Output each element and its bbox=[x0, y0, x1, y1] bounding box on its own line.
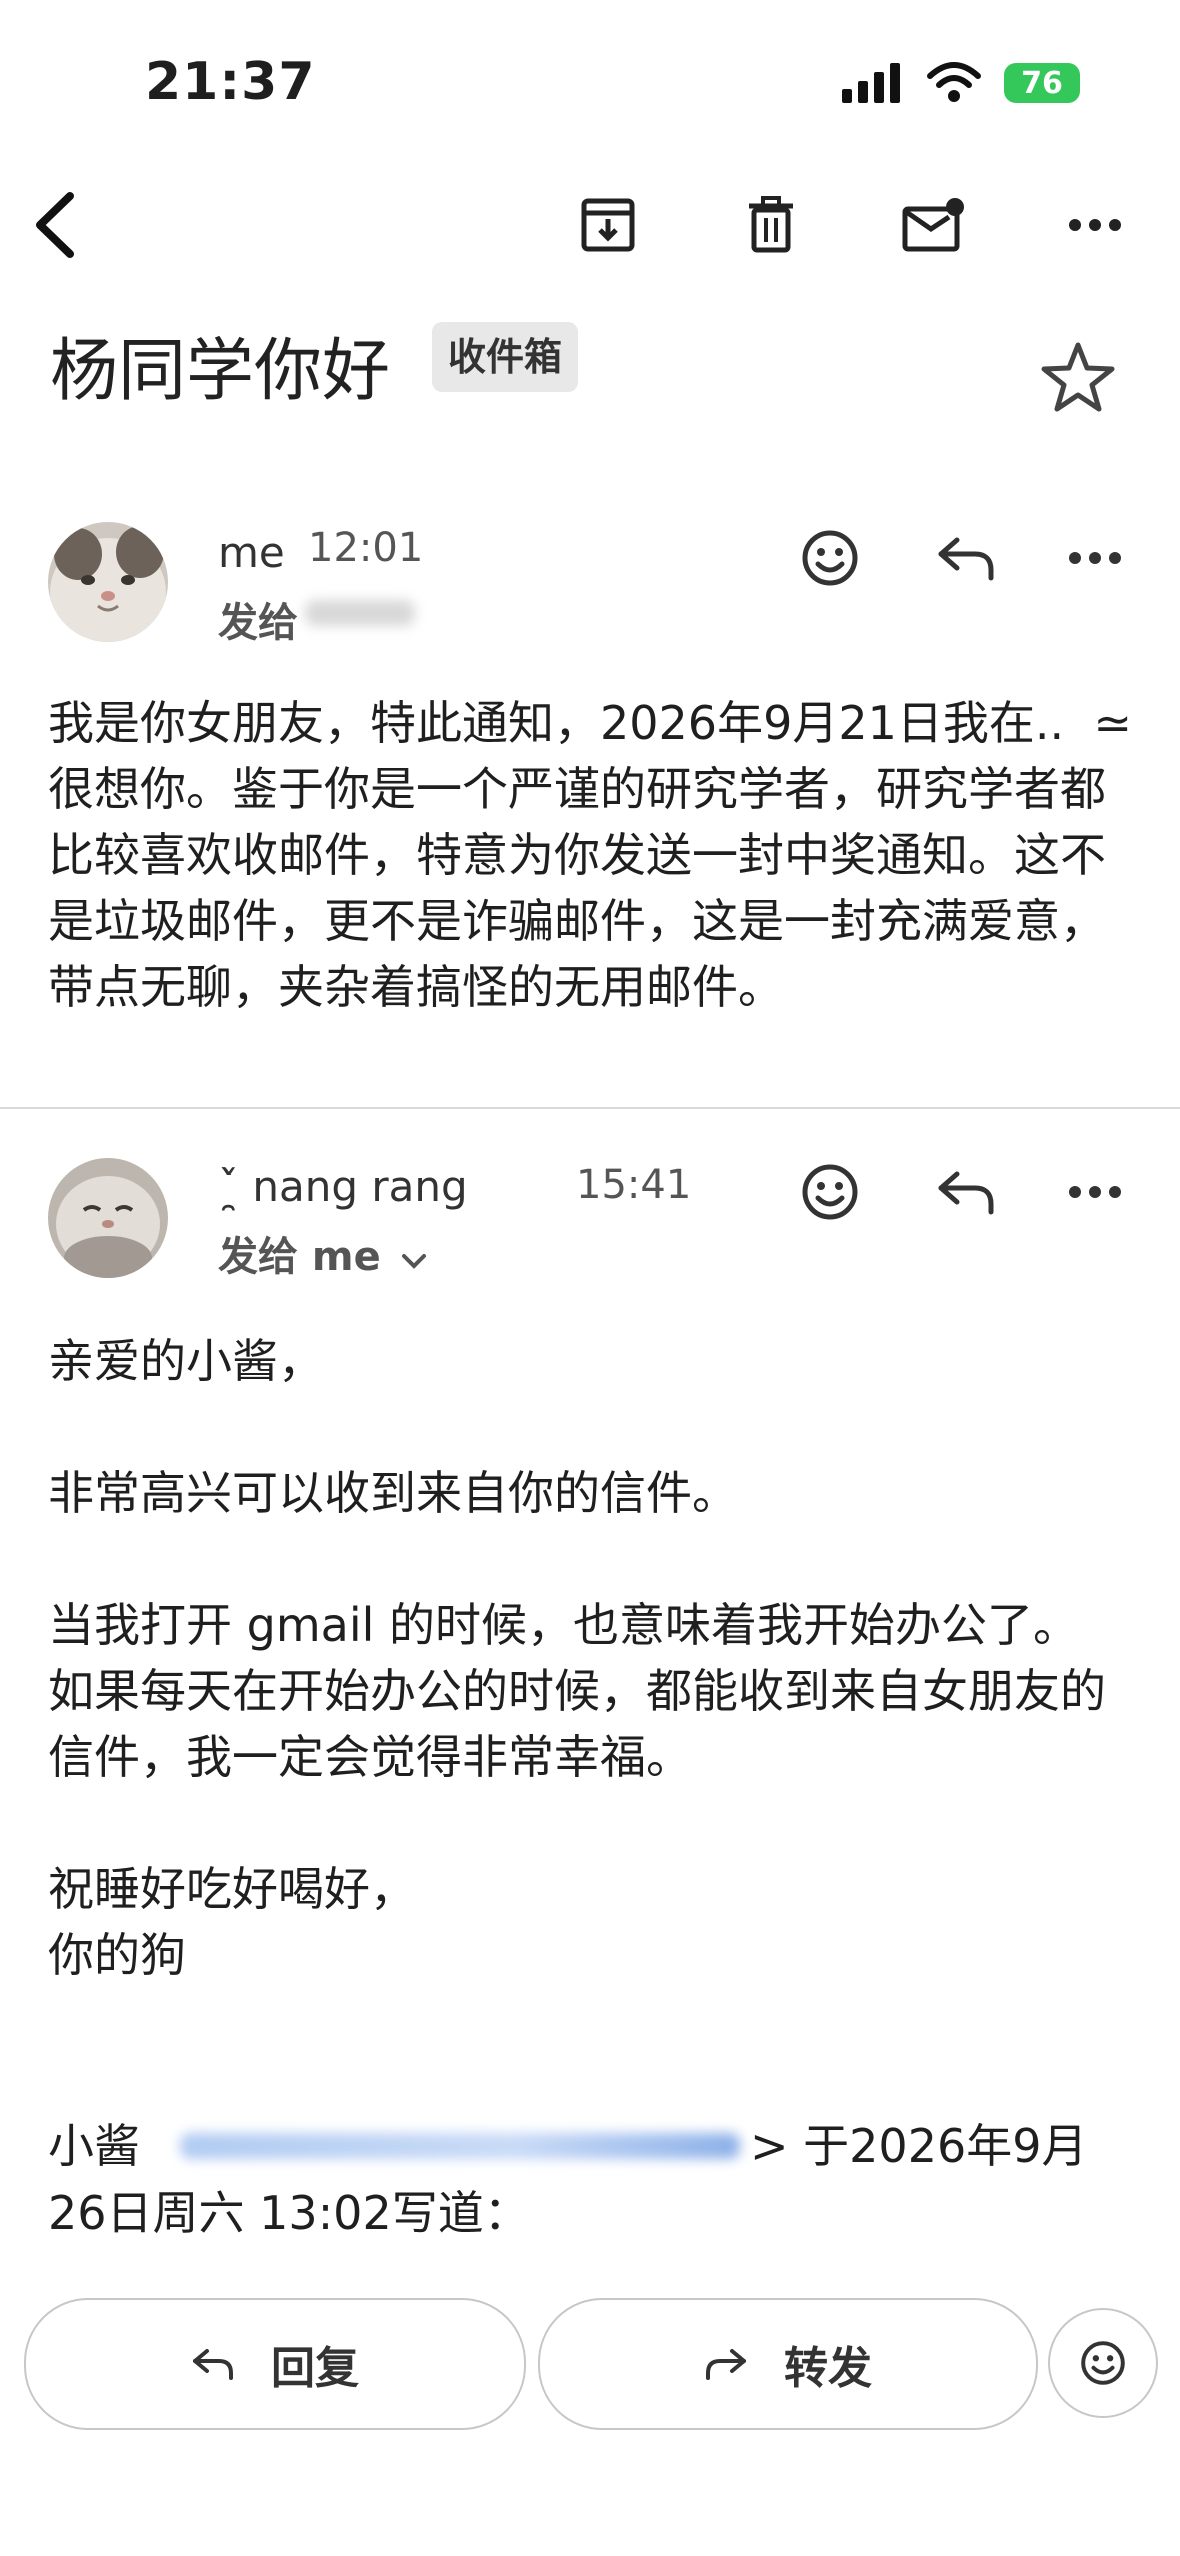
archive-icon bbox=[581, 198, 635, 252]
more-horizontal-icon bbox=[1069, 1186, 1121, 1198]
more-options-button[interactable] bbox=[1050, 180, 1140, 270]
reply-arrow-icon bbox=[193, 2349, 233, 2380]
mail-unread-icon bbox=[902, 198, 964, 252]
recipient-text: 发给 me bbox=[218, 1234, 381, 1280]
reply-arrow-icon bbox=[938, 1171, 994, 1215]
chevron-down-icon bbox=[401, 1254, 426, 1269]
quote-sender: 小酱 bbox=[48, 2119, 140, 2173]
quote-date: > 于2026年9月 bbox=[750, 2119, 1088, 2173]
forward-label: 转发 bbox=[784, 2343, 872, 2394]
more-horizontal-icon bbox=[1069, 219, 1121, 231]
forward-arrow-icon bbox=[706, 2349, 746, 2380]
back-arrow-icon bbox=[36, 192, 74, 258]
redacted-email bbox=[180, 2133, 740, 2159]
message-body: 我是你女朋友，特此通知，2026年9月21日我在.. ≃很想你。鉴于你是一个严谨… bbox=[48, 696, 1132, 1014]
sender-name: me bbox=[218, 528, 285, 577]
cat-avatar-image bbox=[48, 522, 168, 642]
message-time: 12:01 bbox=[308, 525, 424, 571]
reply-button[interactable] bbox=[926, 518, 1006, 598]
message-time: 15:41 bbox=[576, 1162, 692, 1208]
recipient-line[interactable]: 发给 me bbox=[218, 1224, 427, 1282]
message-body: 亲爱的小酱， 非常高兴可以收到来自你的信件。 当我打开 gmail 的时候，也意… bbox=[48, 1334, 1106, 1982]
status-time: 21:37 bbox=[145, 52, 316, 112]
signal-icon bbox=[842, 63, 900, 103]
recipient-line[interactable]: 发给 bbox=[218, 590, 298, 648]
react-button[interactable] bbox=[790, 518, 870, 598]
redacted-recipient bbox=[305, 600, 415, 626]
reply-action-button[interactable]: 回复 bbox=[24, 2298, 526, 2430]
trash-icon bbox=[749, 196, 793, 253]
avatar-sender bbox=[48, 1158, 168, 1278]
quoted-header: 小酱 > 于2026年9月 bbox=[48, 2113, 1138, 2179]
smiley-icon bbox=[1081, 2341, 1125, 2385]
delete-button[interactable] bbox=[726, 180, 816, 270]
status-icons: 76 bbox=[842, 62, 1080, 104]
sender-name: ˇ̯̀ nang rang bbox=[218, 1162, 468, 1211]
archive-button[interactable] bbox=[563, 180, 653, 270]
battery-indicator: 76 bbox=[1004, 63, 1080, 103]
mark-unread-button[interactable] bbox=[889, 180, 979, 270]
quoted-date-line: 26日周六 13:02写道： bbox=[48, 2186, 530, 2240]
reply-arrow-icon bbox=[938, 537, 994, 581]
forward-action-button[interactable]: 转发 bbox=[538, 2298, 1038, 2430]
back-button[interactable] bbox=[10, 180, 100, 270]
emoji-reaction-button[interactable] bbox=[1048, 2308, 1158, 2418]
reply-button[interactable] bbox=[926, 1152, 1006, 1232]
message-more-button[interactable] bbox=[1055, 518, 1135, 598]
react-button[interactable] bbox=[790, 1152, 870, 1232]
email-subject: 杨同学你好 bbox=[50, 332, 391, 411]
star-button[interactable] bbox=[1040, 340, 1116, 418]
smiley-icon bbox=[802, 1164, 858, 1220]
wifi-icon bbox=[927, 62, 981, 102]
reply-label: 回复 bbox=[271, 2343, 359, 2394]
star-icon bbox=[1041, 342, 1115, 412]
more-horizontal-icon bbox=[1069, 552, 1121, 564]
message-more-button[interactable] bbox=[1055, 1152, 1135, 1232]
inbox-label[interactable]: 收件箱 bbox=[432, 322, 579, 392]
smiley-icon bbox=[802, 530, 858, 586]
message-divider bbox=[0, 1107, 1180, 1109]
avatar-me bbox=[48, 522, 168, 642]
cat-avatar-image bbox=[48, 1158, 168, 1278]
